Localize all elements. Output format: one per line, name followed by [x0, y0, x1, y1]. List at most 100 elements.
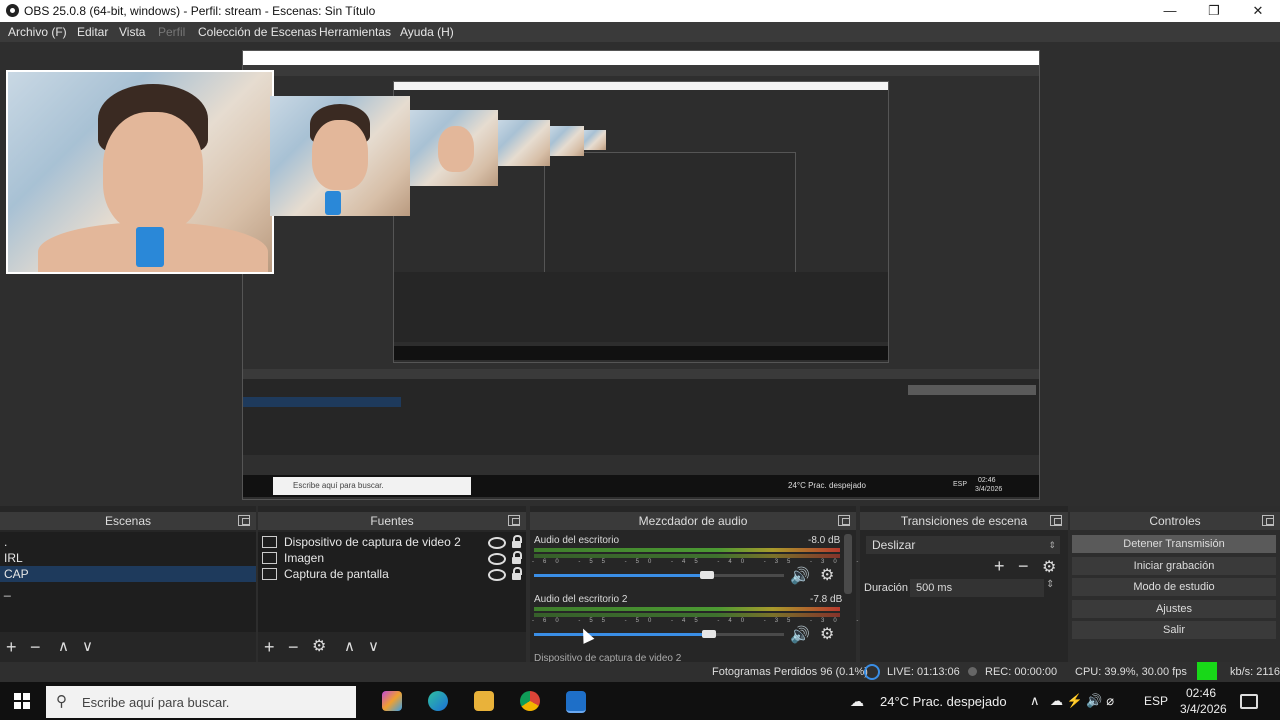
edge-icon[interactable]: [428, 691, 448, 711]
source-item[interactable]: Imagen: [258, 550, 526, 566]
nested-docks: [243, 369, 1039, 455]
source-item[interactable]: Captura de pantalla: [258, 566, 526, 582]
obs-app-icon[interactable]: [566, 691, 586, 713]
undock-icon[interactable]: [508, 515, 520, 526]
scene-item-selected[interactable]: CAP: [0, 566, 256, 582]
docks-area: Escenas . IRL CAP _ + − ∧ ∨ Fuentes Disp…: [0, 506, 1280, 664]
volume-slider-fill: [534, 633, 709, 636]
remove-scene-icon[interactable]: −: [30, 636, 41, 658]
nested-time: 02:46: [978, 477, 996, 484]
webcam-feed: [6, 70, 274, 274]
undock-icon[interactable]: [238, 515, 250, 526]
scenes-toolbar: + − ∧ ∨: [0, 636, 256, 658]
channel-name: Audio del escritorio: [534, 535, 620, 546]
weather-text[interactable]: 24°C Prac. despejado: [880, 694, 1007, 709]
preview-canvas[interactable]: Escribe aquí para buscar. 24°C Prac. des…: [0, 42, 1280, 506]
camera-icon: [262, 536, 277, 548]
duration-input[interactable]: 500 ms: [910, 579, 1044, 597]
mixer-scrollbar[interactable]: [844, 534, 852, 594]
exit-button[interactable]: Salir: [1072, 621, 1276, 639]
clock-date[interactable]: 3/4/2026: [1180, 702, 1227, 716]
restore-button[interactable]: ❐: [1192, 0, 1236, 22]
windows-taskbar: ⚲ Escribe aquí para buscar. ☁ 24°C Prac.…: [0, 682, 1280, 720]
add-source-icon[interactable]: +: [264, 636, 275, 658]
speaker-icon[interactable]: 🔊: [790, 625, 810, 645]
source-label: Dispositivo de captura de video 2: [284, 535, 461, 549]
move-down-icon[interactable]: ∨: [82, 636, 93, 658]
volume-meter: [534, 554, 840, 558]
menu-editar[interactable]: Editar: [77, 25, 108, 39]
lock-icon[interactable]: [512, 551, 522, 564]
minimize-button[interactable]: —: [1148, 0, 1192, 22]
scene-item[interactable]: _: [0, 582, 256, 598]
controls-title: Controles: [1149, 514, 1201, 528]
spin-arrows-icon[interactable]: ⇕: [1046, 579, 1054, 590]
undock-icon[interactable]: [1050, 515, 1062, 526]
visibility-eye-icon[interactable]: [488, 569, 506, 581]
chrome-icon[interactable]: [520, 691, 540, 711]
webcam-feed-recursive-4: [550, 126, 584, 156]
bitrate: kb/s: 2116: [1230, 666, 1280, 678]
tray-chevron-icon[interactable]: ∧: [1030, 693, 1040, 709]
file-explorer-icon[interactable]: [474, 691, 494, 711]
settings-button[interactable]: Ajustes: [1072, 600, 1276, 618]
nested-control-active: [908, 385, 1036, 395]
gear-icon[interactable]: ⚙: [1042, 557, 1056, 577]
notifications-icon[interactable]: [1240, 694, 1258, 709]
clock-time[interactable]: 02:46: [1186, 686, 1216, 700]
scene-item[interactable]: .: [0, 534, 256, 550]
close-button[interactable]: ✕: [1236, 0, 1280, 22]
window-title: OBS 25.0.8 (64-bit, windows) - Perfil: s…: [24, 4, 376, 18]
source-label: Imagen: [284, 551, 325, 565]
language-indicator[interactable]: ESP: [1144, 694, 1168, 708]
visibility-eye-icon[interactable]: [488, 537, 506, 549]
channel-db: -7.8 dB: [810, 594, 843, 605]
source-item[interactable]: Dispositivo de captura de video 2: [258, 534, 526, 550]
mouse-cursor-icon: [577, 626, 595, 644]
copilot-icon[interactable]: [382, 691, 402, 711]
gear-icon[interactable]: ⚙: [820, 624, 834, 644]
move-down-icon[interactable]: ∨: [368, 636, 379, 658]
undock-icon[interactable]: [838, 515, 850, 526]
scene-item[interactable]: IRL: [0, 550, 256, 566]
menu-perfil[interactable]: Perfil: [158, 25, 185, 39]
visibility-eye-icon[interactable]: [488, 553, 506, 565]
move-up-icon[interactable]: ∧: [58, 636, 69, 658]
scenes-header: Escenas: [0, 512, 256, 530]
add-scene-icon[interactable]: +: [6, 636, 17, 658]
transition-selected: Deslizar: [872, 538, 916, 552]
nested-search-box: Escribe aquí para buscar.: [273, 477, 471, 495]
menu-herramientas[interactable]: Herramientas: [319, 25, 391, 39]
tray-icons[interactable]: ☁ ⚡ 🔊 ⌀: [1050, 693, 1114, 709]
transition-select[interactable]: Deslizar ⇕: [866, 536, 1060, 554]
lock-icon[interactable]: [512, 535, 522, 548]
add-transition-icon[interactable]: +: [994, 556, 1005, 577]
start-recording-button[interactable]: Iniciar grabación: [1072, 557, 1276, 575]
volume-slider-handle[interactable]: [700, 571, 714, 579]
menu-archivo[interactable]: Archivo (F): [8, 25, 67, 39]
volume-meter: [534, 548, 840, 552]
nested-scene-selected: [243, 397, 401, 407]
volume-slider-handle[interactable]: [702, 630, 716, 638]
studio-mode-button[interactable]: Modo de estudio: [1072, 578, 1276, 596]
remove-transition-icon[interactable]: −: [1018, 556, 1029, 577]
move-up-icon[interactable]: ∧: [344, 636, 355, 658]
taskbar-search[interactable]: ⚲ Escribe aquí para buscar.: [46, 686, 356, 718]
undock-icon[interactable]: [1262, 515, 1274, 526]
transitions-title: Transiciones de escena: [900, 514, 1028, 528]
menu-vista[interactable]: Vista: [119, 25, 145, 39]
menu-coleccion-escenas[interactable]: Colección de Escenas: [198, 25, 317, 39]
speaker-icon[interactable]: 🔊: [790, 566, 810, 586]
sources-list: Dispositivo de captura de video 2 Imagen…: [258, 532, 526, 632]
sources-dock: Fuentes Dispositivo de captura de video …: [258, 506, 526, 662]
lock-icon[interactable]: [512, 567, 522, 580]
windows-start-icon[interactable]: [14, 693, 30, 709]
source-label: Captura de pantalla: [284, 567, 389, 581]
gear-icon[interactable]: ⚙: [820, 565, 834, 585]
menu-ayuda[interactable]: Ayuda (H): [400, 25, 454, 39]
stop-stream-button[interactable]: Detener Transmisión: [1072, 535, 1276, 553]
scenes-dock: Escenas . IRL CAP _ + − ∧ ∨: [0, 506, 256, 662]
microphone-image: [325, 191, 341, 215]
gear-icon[interactable]: ⚙: [312, 636, 326, 658]
remove-source-icon[interactable]: −: [288, 636, 299, 658]
